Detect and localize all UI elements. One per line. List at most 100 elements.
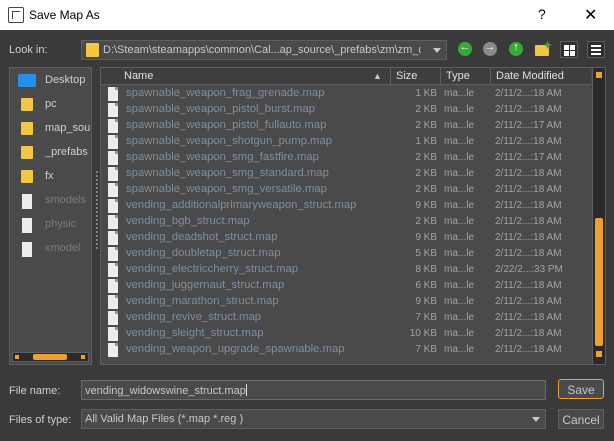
file-name-label: File name: — [9, 385, 61, 397]
close-button[interactable]: ✕ — [584, 5, 597, 25]
forward-button[interactable]: → — [483, 41, 497, 56]
file-row[interactable]: spawnable_weapon_pistol_burst.map 2 KB ma.… — [101, 102, 591, 118]
file-date-cell: 2/11/2...:18 AM — [495, 168, 562, 179]
file-name-cell: vending_marathon_struct.map — [126, 295, 279, 307]
sidebar-horizontal-scrollbar[interactable] — [12, 352, 89, 362]
sidebar-item-label: physic — [45, 218, 77, 230]
help-button[interactable]: ? — [538, 6, 546, 22]
scroll-up-icon[interactable] — [596, 72, 602, 78]
file-row[interactable]: spawnable_weapon_smg_versatile.map 2 KB ma… — [101, 182, 591, 198]
cancel-button[interactable]: Cancel — [558, 409, 604, 429]
sidebar-item-desktop[interactable]: Desktop — [10, 69, 91, 93]
file-size-cell: 2 KB — [415, 120, 437, 131]
sidebar-item-fx[interactable]: fx — [10, 165, 91, 189]
file-name-cell: vending_electriccherry_struct.map — [126, 263, 299, 275]
file-date-cell: 2/11/2...:18 AM — [495, 88, 562, 99]
sort-ascending-icon: ▲ — [373, 71, 382, 81]
file-icon — [108, 151, 118, 165]
panel-splitter[interactable] — [96, 170, 98, 250]
scroll-down-icon[interactable] — [596, 351, 602, 357]
sidebar-item-label: xmodel — [45, 242, 81, 254]
grid-view-icon — [570, 45, 575, 50]
file-row[interactable]: vending_marathon_struct.map 9 KB ma...le 2/… — [101, 294, 591, 310]
file-name-cell: spawnable_weapon_frag_grenade.map — [126, 87, 325, 99]
file-list-vertical-scrollbar[interactable] — [592, 68, 605, 364]
files-of-type-combobox[interactable]: All Valid Map Files (*.map *.reg ) — [81, 409, 546, 429]
look-in-path: D:\Steam\steamapps\common\Cal...ap_sourc… — [103, 44, 421, 56]
files-of-type-label: Files of type: — [9, 414, 72, 426]
file-icon — [108, 103, 118, 117]
chevron-down-icon[interactable] — [532, 417, 540, 422]
file-row[interactable]: vending_juggernaut_struct.map 6 KB ma...le… — [101, 278, 591, 294]
file-list: Name ▲ Size Type Date Modified spawnable… — [100, 67, 606, 365]
file-row[interactable]: spawnable_weapon_shotgun_pump.map 1 KB ma.… — [101, 134, 591, 150]
column-header-size[interactable]: Size — [396, 70, 417, 82]
file-row[interactable]: vending_bgb_struct.map 2 KB ma...le 2/11/2.… — [101, 214, 591, 230]
sidebar-item-xmodel[interactable]: xmodel — [10, 237, 91, 261]
sidebar-item-pc[interactable]: pc — [10, 93, 91, 117]
column-divider[interactable] — [390, 68, 391, 85]
file-row[interactable]: vending_weapon_upgrade_spawnable.map 7 KB… — [101, 342, 591, 358]
sidebar-item-physic[interactable]: physic — [10, 213, 91, 237]
file-icon — [108, 327, 118, 341]
file-name-cell: vending_weapon_upgrade_spawnable.map — [126, 343, 345, 355]
file-row[interactable]: spawnable_weapon_smg_standard.map 2 KB ma.… — [101, 166, 591, 182]
file-row[interactable]: vending_electriccherry_struct.map 8 KB ma.… — [101, 262, 591, 278]
column-divider[interactable] — [490, 68, 491, 85]
file-name-cell: spawnable_weapon_smg_standard.map — [126, 167, 329, 179]
file-size-cell: 2 KB — [415, 152, 437, 163]
look-in-combobox[interactable]: D:\Steam\steamapps\common\Cal...ap_sourc… — [81, 40, 447, 60]
file-row[interactable]: vending_revive_struct.map 7 KB ma...le 2/11… — [101, 310, 591, 326]
column-header-name[interactable]: Name — [124, 70, 153, 82]
file-type-cell: ma...le — [444, 264, 475, 275]
scroll-left-icon[interactable] — [15, 355, 19, 359]
file-size-cell: 9 KB — [415, 296, 437, 307]
chevron-down-icon[interactable] — [433, 48, 441, 53]
sidebar-item-map-source[interactable]: map_source — [10, 117, 91, 141]
file-icon — [108, 311, 118, 325]
file-size-cell: 1 KB — [415, 136, 437, 147]
up-folder-button[interactable]: ↑ — [509, 41, 523, 56]
file-name-cell: vending_bgb_struct.map — [126, 215, 250, 227]
sidebar-item-prefabs[interactable]: _prefabs — [10, 141, 91, 165]
file-row[interactable]: vending_deadshot_struct.map 9 KB ma...le 2/… — [101, 230, 591, 246]
scrollbar-thumb[interactable] — [595, 218, 603, 346]
file-type-cell: ma...le — [444, 184, 475, 195]
file-size-cell: 2 KB — [415, 216, 437, 227]
file-date-cell: 2/11/2...:18 AM — [495, 232, 562, 243]
file-type-cell: ma...le — [444, 280, 475, 291]
file-name-value: vending_widowswine_struct.map — [85, 385, 246, 397]
file-icon — [108, 199, 118, 213]
folder-icon — [21, 170, 33, 183]
file-type-cell: ma...le — [444, 312, 475, 323]
file-date-cell: 2/11/2...:18 AM — [495, 200, 562, 211]
file-size-cell: 1 KB — [415, 88, 437, 99]
column-header-date[interactable]: Date Modified — [496, 70, 564, 82]
file-row[interactable]: spawnable_weapon_pistol_fullauto.map 2 KB… — [101, 118, 591, 134]
list-view-button[interactable] — [587, 41, 605, 58]
scrollbar-thumb[interactable] — [33, 354, 67, 360]
grid-view-button[interactable] — [560, 41, 578, 58]
column-divider[interactable] — [440, 68, 441, 85]
file-name-input[interactable]: vending_widowswine_struct.map — [81, 380, 546, 400]
file-icon — [108, 119, 118, 133]
file-size-cell: 2 KB — [415, 168, 437, 179]
file-row[interactable]: spawnable_weapon_smg_fastfire.map 2 KB ma.… — [101, 150, 591, 166]
file-name-cell: spawnable_weapon_pistol_fullauto.map — [126, 119, 327, 131]
new-folder-button[interactable]: ✦ — [535, 40, 552, 56]
grid-view-icon — [564, 51, 569, 56]
sidebar-item-label: smodels — [45, 194, 86, 206]
scroll-right-icon[interactable] — [81, 355, 85, 359]
column-header-type[interactable]: Type — [446, 70, 470, 82]
file-row[interactable]: spawnable_weapon_frag_grenade.map 1 KB ma.… — [101, 86, 591, 102]
file-icon — [108, 87, 118, 101]
back-button[interactable]: ← — [458, 41, 472, 56]
file-date-cell: 2/11/2...:18 AM — [495, 280, 562, 291]
file-row[interactable]: vending_additionalprimaryweapon_struct.m… — [101, 198, 591, 214]
file-row[interactable]: vending_sleight_struct.map 10 KB ma...le 2/… — [101, 326, 591, 342]
file-name-cell: spawnable_weapon_pistol_burst.map — [126, 103, 316, 115]
save-button[interactable]: Save — [558, 379, 604, 399]
file-size-cell: 9 KB — [415, 200, 437, 211]
file-row[interactable]: vending_doubletap_struct.map 5 KB ma...le 2… — [101, 246, 591, 262]
sidebar-item-smodels[interactable]: smodels — [10, 189, 91, 213]
